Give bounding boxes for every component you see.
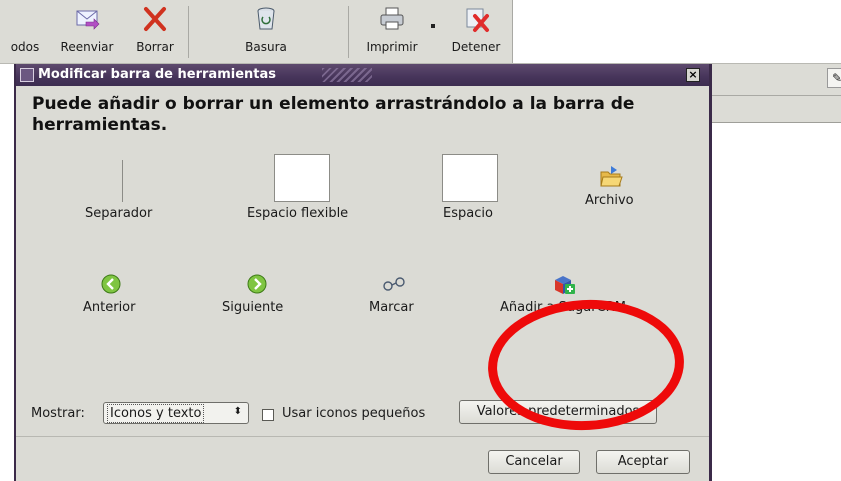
archivo-item-label[interactable]: Archivo (585, 193, 634, 208)
forward-mail-icon (76, 10, 100, 30)
dialog-divider (16, 436, 709, 437)
titlebar-grip (322, 68, 372, 82)
cancel-button[interactable]: Cancelar (488, 450, 580, 474)
imprimir-label: Imprimir (366, 40, 418, 54)
background-window-edge (0, 64, 14, 481)
search-area[interactable] (512, 0, 841, 63)
toolbar-todos-button[interactable]: odos (0, 2, 50, 60)
toolbar-basura-button[interactable]: Basura (226, 2, 306, 60)
anterior-item-label[interactable]: Anterior (83, 300, 135, 315)
back-arrow-icon[interactable] (101, 274, 121, 294)
background-toolbar-strip: ✎ (707, 64, 841, 123)
toolbar-reenviar-button[interactable]: Reenviar (52, 2, 122, 60)
detener-label: Detener (451, 40, 501, 54)
basura-label: Basura (245, 40, 287, 54)
delete-x-icon (144, 7, 166, 31)
printer-icon (380, 7, 404, 30)
siguiente-item-label[interactable]: Siguiente (222, 300, 283, 315)
sugarcrm-cube-icon[interactable] (553, 274, 577, 296)
toolbar-imprimir-button[interactable]: Imprimir (356, 2, 428, 60)
mostrar-select[interactable]: Iconos y texto ⬍ (103, 402, 249, 424)
trash-icon (257, 7, 275, 30)
select-arrows-icon: ⬍ (233, 406, 242, 417)
accept-button[interactable]: Aceptar (596, 450, 690, 474)
separador-item-label[interactable]: Separador (85, 206, 152, 221)
window-menu-icon[interactable] (20, 68, 34, 82)
toolbar-divider (348, 6, 349, 58)
instruction-text: Puede añadir o borrar un elemento arrast… (32, 94, 635, 135)
folder-open-icon[interactable] (599, 164, 623, 190)
borrar-label: Borrar (136, 40, 174, 54)
mail-toolbar: odos Reenviar Borrar Basura Imprimir Det… (0, 0, 841, 64)
stop-icon (466, 8, 489, 32)
close-icon[interactable]: × (686, 68, 700, 82)
espacio-flexible-item-label[interactable]: Espacio flexible (247, 206, 348, 221)
marcar-item-label[interactable]: Marcar (369, 300, 414, 315)
toolbar-divider (188, 6, 189, 58)
toolbar-borrar-button[interactable]: Borrar (128, 2, 182, 60)
small-icons-label[interactable]: Usar iconos pequeños (282, 406, 425, 421)
mostrar-select-value: Iconos y texto (107, 404, 205, 423)
customize-toolbar-dialog: Modificar barra de herramientas × Puede … (14, 64, 712, 481)
toolbar-detener-button[interactable]: Detener (440, 2, 512, 60)
dialog-titlebar[interactable]: Modificar barra de herramientas × (16, 64, 709, 86)
flexible-space-preview[interactable] (274, 154, 330, 202)
mostrar-label: Mostrar: (31, 406, 85, 421)
print-dropdown-arrow-icon[interactable] (431, 24, 435, 28)
small-icons-checkbox[interactable] (262, 409, 274, 421)
tag-glasses-icon[interactable] (381, 276, 407, 292)
espacio-item-label[interactable]: Espacio (443, 206, 493, 221)
forward-arrow-icon[interactable] (247, 274, 267, 294)
wrench-icon[interactable]: ✎ (827, 68, 841, 88)
dialog-title: Modificar barra de herramientas (38, 67, 276, 82)
todos-label: odos (10, 40, 40, 54)
reenviar-label: Reenviar (60, 40, 114, 54)
space-preview[interactable] (442, 154, 498, 202)
separator-preview[interactable] (122, 160, 123, 202)
strip-divider (707, 95, 841, 96)
